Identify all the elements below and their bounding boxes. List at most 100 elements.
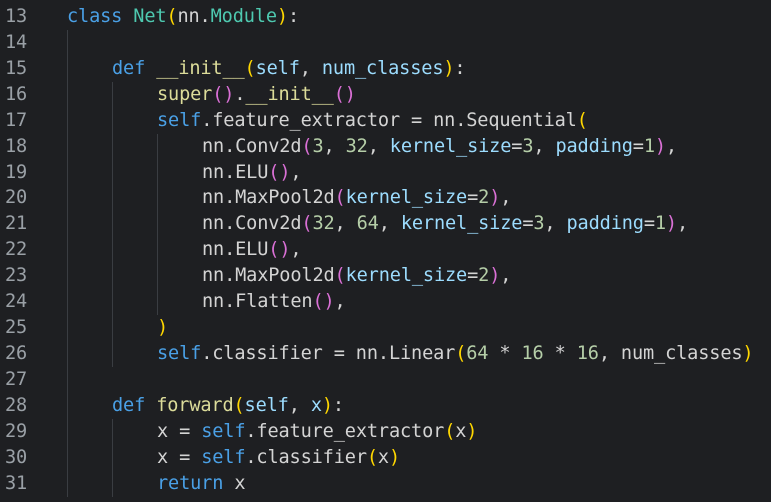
code-line[interactable]: 27 bbox=[0, 367, 771, 393]
code-line[interactable]: 19 nn.ELU(), bbox=[0, 160, 771, 186]
code-token: ) bbox=[489, 187, 501, 209]
code-token: forward bbox=[156, 394, 234, 416]
line-number: 17 bbox=[5, 109, 28, 131]
code-token: () bbox=[333, 83, 356, 105]
code-token: = bbox=[632, 135, 644, 157]
code-token: * bbox=[488, 342, 522, 364]
code-token: kernel_size bbox=[345, 265, 468, 287]
code-token: , bbox=[290, 161, 302, 183]
code-token: , bbox=[533, 135, 556, 157]
code-token: nn. bbox=[177, 6, 211, 27]
code-token: , bbox=[299, 57, 322, 79]
code-token: padding bbox=[555, 135, 633, 157]
code-token: ( bbox=[301, 213, 313, 235]
code-token: , bbox=[288, 394, 311, 416]
code-text: super().__init__() bbox=[157, 82, 356, 108]
code-text: nn.Flatten(), bbox=[202, 289, 346, 315]
code-token: = bbox=[511, 135, 523, 157]
code-line[interactable]: 22 nn.ELU(), bbox=[0, 237, 771, 263]
code-text: nn.MaxPool2d(kernel_size=2), bbox=[202, 263, 511, 289]
code-token: ( bbox=[233, 394, 245, 416]
code-line[interactable]: 26 self.classifier = nn.Linear(64 * 16 * … bbox=[0, 341, 771, 367]
line-number: 15 bbox=[5, 57, 28, 79]
code-token: , bbox=[500, 265, 512, 287]
code-line[interactable]: 24 nn.Flatten(), bbox=[0, 289, 771, 315]
code-token: , bbox=[290, 239, 302, 261]
code-token: = bbox=[643, 213, 655, 235]
code-token: __init__ bbox=[156, 57, 245, 79]
line-number: 21 bbox=[5, 213, 28, 235]
code-token: nn.ELU bbox=[202, 161, 269, 183]
code-token: = bbox=[522, 213, 534, 235]
code-text: return x bbox=[157, 471, 246, 497]
indent-guide bbox=[112, 81, 113, 367]
code-text: nn.Conv2d(32, 64, kernel_size=3, padding… bbox=[202, 211, 688, 237]
code-token: : bbox=[287, 6, 299, 27]
code-token: kernel_size bbox=[345, 187, 468, 209]
code-token: ) bbox=[223, 83, 235, 105]
code-token: , bbox=[323, 135, 346, 157]
code-token: self bbox=[244, 394, 289, 416]
code-token: ) bbox=[276, 6, 288, 27]
code-token: () bbox=[268, 161, 291, 183]
code-token: super bbox=[157, 83, 213, 105]
code-line[interactable]: 28 def forward(self, x): bbox=[0, 393, 771, 419]
code-token: , bbox=[676, 213, 689, 235]
code-token: () bbox=[268, 239, 291, 261]
code-token: 3 bbox=[312, 135, 324, 157]
code-token: nn.Flatten bbox=[202, 291, 313, 313]
code-line[interactable]: 21 nn.Conv2d(32, 64, kernel_size=3, paddi… bbox=[0, 211, 771, 237]
code-text: ) bbox=[157, 315, 168, 341]
line-number: 24 bbox=[5, 291, 28, 313]
code-line[interactable]: 31 return x bbox=[0, 471, 771, 497]
code-token: 2 bbox=[478, 187, 490, 209]
code-line[interactable]: 13 class Net(nn.Module): bbox=[0, 4, 771, 30]
line-number: 30 bbox=[5, 446, 28, 468]
code-token: def bbox=[112, 57, 146, 79]
code-editor[interactable]: 13 class Net(nn.Module): 14 15 def __init__ (… bbox=[0, 4, 771, 502]
code-token: return bbox=[157, 472, 224, 494]
code-token: x bbox=[223, 472, 246, 494]
code-line[interactable]: 23 nn.MaxPool2d(kernel_size=2), bbox=[0, 263, 771, 289]
code-line[interactable]: 14 bbox=[0, 30, 771, 56]
code-line[interactable]: 18 nn.Conv2d(3, 32, kernel_size=3, paddin… bbox=[0, 134, 771, 160]
code-token: ( bbox=[166, 6, 178, 27]
code-token: def bbox=[112, 394, 146, 416]
code-line[interactable]: 16 super().__init__() bbox=[0, 82, 771, 108]
code-token: x = bbox=[157, 446, 202, 468]
code-token: 3 bbox=[533, 213, 545, 235]
code-token: class bbox=[67, 6, 123, 27]
code-line[interactable]: 17 self.feature_extractor = nn.Sequential… bbox=[0, 108, 771, 134]
code-token: self bbox=[255, 57, 300, 79]
line-number: 14 bbox=[5, 31, 28, 53]
code-token: ) bbox=[321, 394, 333, 416]
code-text: x = self.feature_extractor(x) bbox=[157, 419, 477, 445]
code-token: ) bbox=[489, 265, 501, 287]
line-number: 22 bbox=[5, 239, 28, 261]
code-line[interactable]: 25) bbox=[0, 315, 771, 341]
code-token: 32 bbox=[312, 213, 335, 235]
code-line[interactable]: 15 def __init__(self, num_classes): bbox=[0, 56, 771, 82]
code-line[interactable]: 30 x = self.classifier(x) bbox=[0, 445, 771, 471]
code-token: = bbox=[467, 265, 479, 287]
indent-guide bbox=[112, 418, 113, 497]
line-number: 25 bbox=[5, 317, 28, 339]
indent-guide bbox=[157, 133, 158, 316]
code-token: nn.MaxPool2d bbox=[202, 265, 335, 287]
code-token: 32 bbox=[345, 135, 368, 157]
line-number: 19 bbox=[5, 161, 28, 183]
line-number: 27 bbox=[5, 368, 28, 390]
code-line[interactable]: 20 nn.MaxPool2d(kernel_size=2), bbox=[0, 185, 771, 211]
code-line[interactable]: 29 x = self.feature_extractor(x) bbox=[0, 419, 771, 445]
code-token: x bbox=[310, 394, 322, 416]
code-token: , bbox=[544, 213, 567, 235]
code-token: , bbox=[500, 187, 512, 209]
code-token: Net bbox=[133, 6, 167, 27]
code-token: * bbox=[543, 342, 577, 364]
code-token: , bbox=[665, 135, 677, 157]
code-token: ) bbox=[665, 213, 677, 235]
code-token: self bbox=[157, 342, 202, 364]
code-token: padding bbox=[566, 213, 644, 235]
code-token: kernel_size bbox=[400, 213, 523, 235]
